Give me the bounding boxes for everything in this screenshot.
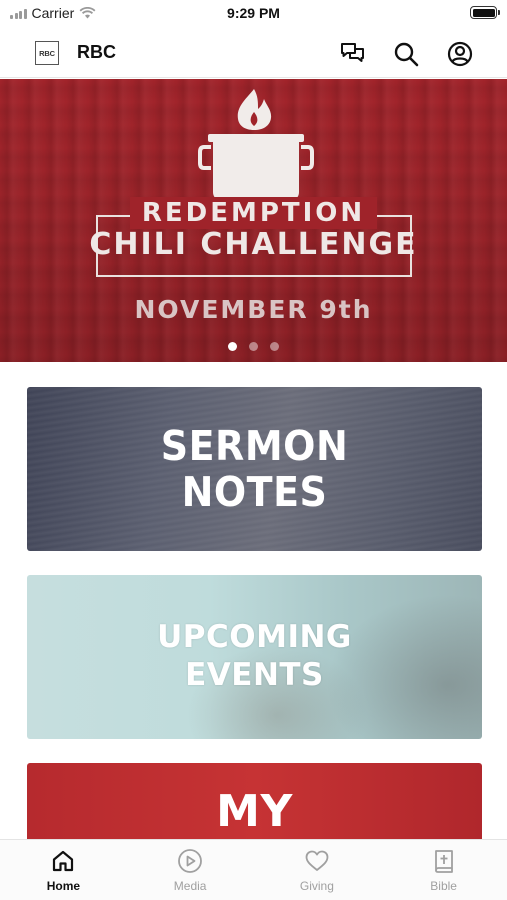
sermon-notes-line-1: SERMON — [160, 421, 349, 470]
clock: 9:29 PM — [227, 5, 280, 21]
carousel-dot-3[interactable] — [270, 342, 279, 351]
banner-line-1-text: REDEMPTION — [129, 197, 378, 229]
tab-bible-label: Bible — [430, 879, 457, 893]
account-icon[interactable] — [446, 40, 474, 68]
home-icon — [50, 848, 76, 874]
carousel-dot-1[interactable] — [228, 342, 237, 351]
sermon-notes-card[interactable]: SERMON NOTES — [27, 387, 482, 551]
tab-bible[interactable]: Bible — [380, 840, 507, 900]
bible-icon — [431, 848, 457, 874]
banner-date: NOVEMBER 9th — [134, 295, 373, 324]
sermon-notes-line-2: NOTES — [181, 468, 328, 516]
carousel-dot-2[interactable] — [249, 342, 258, 351]
bottom-tab-bar: Home Media Giving Bible — [0, 839, 507, 900]
tab-media-label: Media — [173, 879, 207, 893]
app-header: RBC RBC — [0, 28, 507, 78]
chat-icon[interactable] — [339, 40, 367, 68]
tab-home-label: Home — [46, 879, 81, 893]
my-card-line-1: MY — [216, 786, 293, 837]
battery-icon — [470, 6, 500, 19]
carousel-page-indicator — [0, 342, 507, 351]
tab-home[interactable]: Home — [0, 840, 127, 900]
heart-icon — [304, 848, 330, 874]
play-circle-icon — [177, 848, 203, 874]
event-banner-carousel[interactable]: REDEMPTION CHILI CHALLENGE NOVEMBER 9th — [0, 79, 507, 362]
banner-line-2: CHILI CHALLENGE — [89, 227, 418, 262]
tab-giving[interactable]: Giving — [254, 840, 381, 900]
app-title: RBC — [77, 42, 116, 62]
tab-media[interactable]: Media — [127, 840, 254, 900]
church-logo: RBC — [35, 41, 59, 65]
banner-line-1: REDEMPTION — [0, 197, 507, 229]
tab-giving-label: Giving — [299, 879, 334, 893]
chili-pot-icon — [198, 89, 314, 199]
status-bar: Carrier 9:29 PM — [0, 0, 507, 28]
upcoming-events-line-1: UPCOMING — [157, 619, 352, 656]
upcoming-events-card[interactable]: UPCOMING EVENTS — [27, 575, 482, 739]
search-icon[interactable] — [392, 40, 420, 68]
upcoming-events-line-2: EVENTS — [185, 657, 324, 693]
